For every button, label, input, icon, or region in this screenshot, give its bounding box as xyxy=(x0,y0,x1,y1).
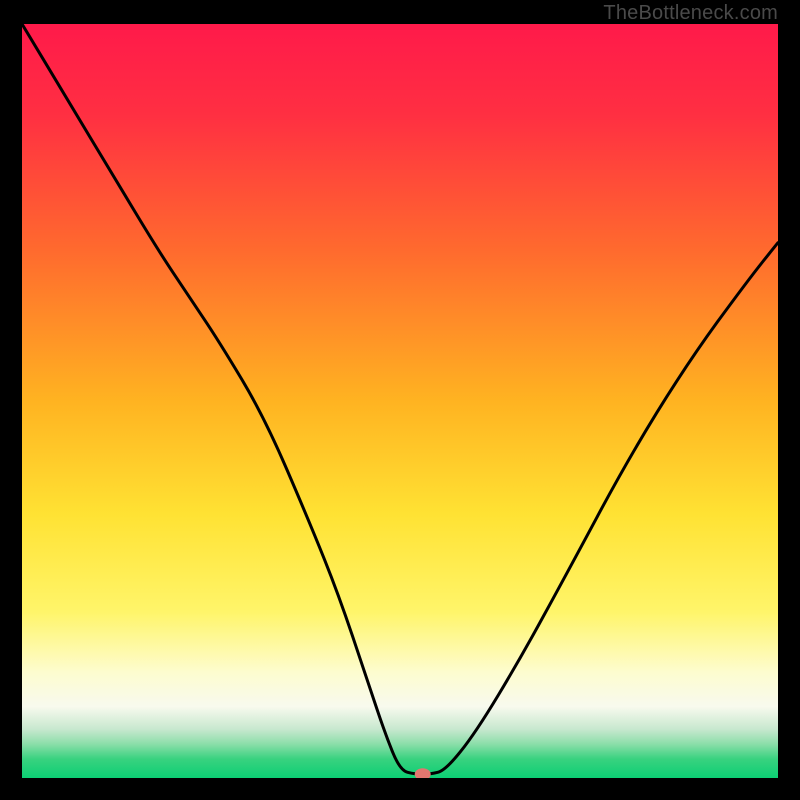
chart-svg xyxy=(22,24,778,778)
watermark-text: TheBottleneck.com xyxy=(603,2,778,25)
chart-frame: TheBottleneck.com xyxy=(0,0,800,800)
plot-area xyxy=(22,24,778,778)
